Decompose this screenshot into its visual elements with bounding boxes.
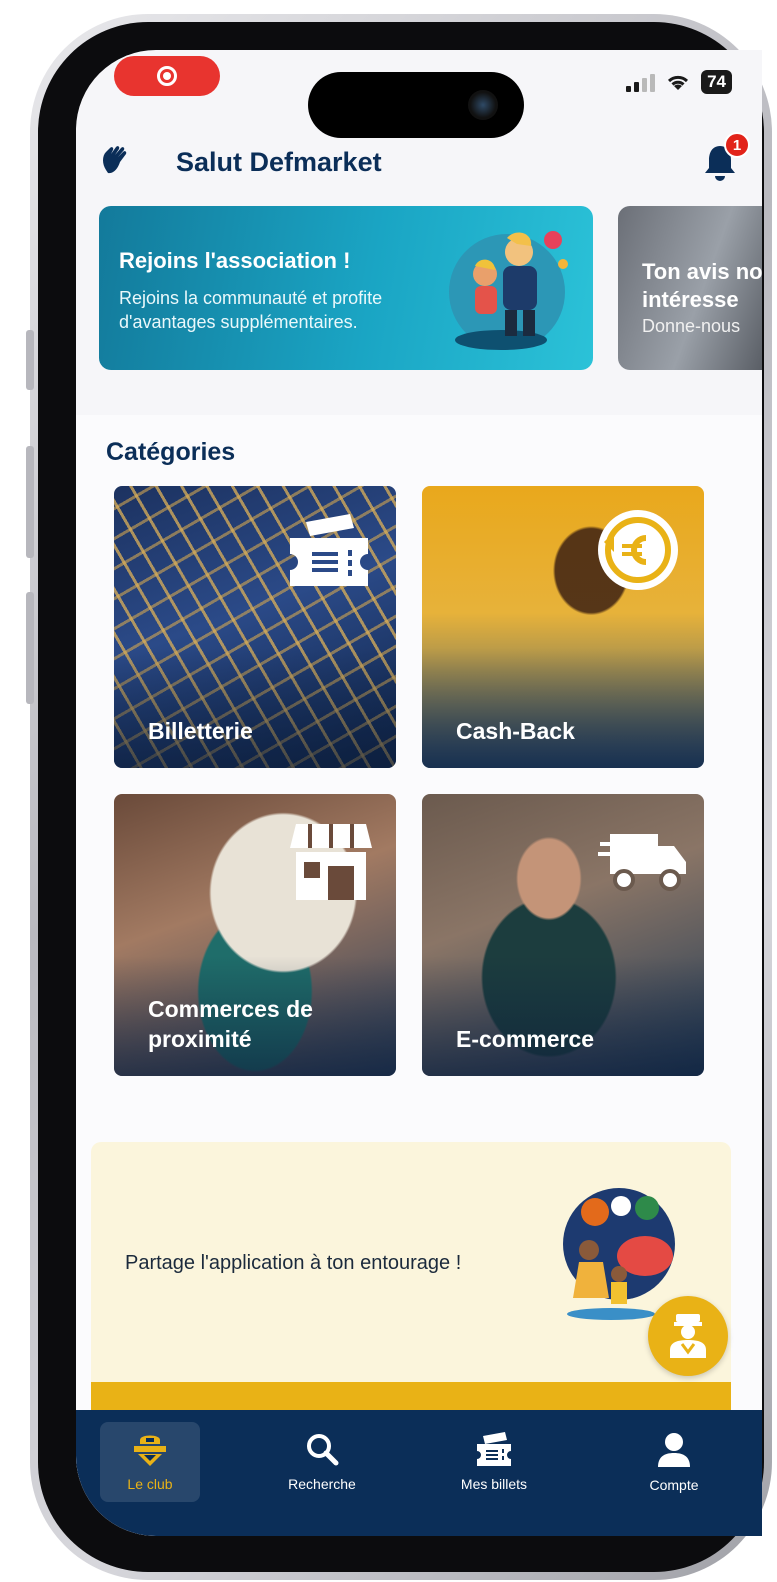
category-card-commerces[interactable]: Commerces de proximité [114, 794, 396, 1076]
screen-recording-indicator[interactable] [114, 56, 220, 96]
concierge-button[interactable] [648, 1296, 728, 1376]
category-card-ecommerce[interactable]: E-commerce [422, 794, 704, 1076]
mute-switch [26, 330, 34, 390]
bottom-tab-bar: Le club Recherche Mes billets Compte [76, 1410, 762, 1536]
status-icons: 74 [626, 70, 732, 94]
waving-hand-icon [103, 146, 127, 174]
share-text: Partage l'application à ton entourage ! [125, 1252, 462, 1274]
app-header: Salut Defmarket 1 [76, 120, 762, 200]
category-card-billetterie[interactable]: Billetterie [114, 486, 396, 768]
tab-label: Compte [649, 1477, 699, 1493]
notification-badge: 1 [724, 132, 750, 158]
user-icon [658, 1433, 690, 1467]
battery-level: 74 [701, 70, 732, 94]
tab-label: Le club [127, 1476, 173, 1492]
volume-up-button [26, 446, 34, 558]
category-label: E-commerce [456, 1026, 595, 1052]
club-shield-icon [134, 1435, 166, 1466]
storefront-icon [290, 824, 372, 900]
tab-mes-billets[interactable]: Mes billets [444, 1422, 544, 1502]
camera-icon [468, 90, 498, 120]
greeting-title: Salut Defmarket [176, 147, 382, 177]
concierge-icon [670, 1314, 706, 1358]
volume-down-button [26, 592, 34, 704]
share-app-card[interactable]: Partage l'application à ton entourage ! [91, 1142, 731, 1432]
community-illustration-icon [449, 231, 568, 350]
tickets-icon [477, 1432, 511, 1466]
category-label: Billetterie [148, 718, 253, 744]
app-screen: 74 Salut Defmarket 1 Rejoins l'associati… [76, 50, 762, 1536]
feedback-banner[interactable]: Ton avis nous intéresse Donne-nous [618, 206, 762, 370]
tab-le-club[interactable]: Le club [100, 1422, 200, 1502]
categories-title: Catégories [106, 438, 236, 466]
tab-label: Recherche [288, 1476, 356, 1492]
tab-label: Mes billets [460, 1476, 528, 1492]
wifi-icon [668, 75, 689, 90]
tab-recherche[interactable]: Recherche [272, 1422, 372, 1502]
banner-text: Rejoins la communauté et profite d'avant… [119, 288, 383, 332]
cellular-signal-icon [626, 72, 656, 92]
ticket-icon [290, 514, 368, 586]
association-banner[interactable]: Rejoins l'association ! Rejoins la commu… [99, 206, 593, 370]
category-label: Cash-Back [456, 718, 575, 744]
search-icon [307, 1434, 339, 1466]
banner-title: Rejoins l'association ! [119, 248, 351, 273]
category-card-cashback[interactable]: Cash-Back [422, 486, 704, 768]
banner-title: Ton avis nous intéresse [642, 259, 762, 312]
category-label: Commerces de proximité [148, 996, 313, 1052]
delivery-truck-icon [598, 834, 686, 891]
tab-compte[interactable]: Compte [624, 1422, 724, 1502]
banner-text: Donne-nous [642, 316, 741, 336]
euro-cashback-icon [598, 510, 678, 590]
record-icon [157, 66, 177, 86]
